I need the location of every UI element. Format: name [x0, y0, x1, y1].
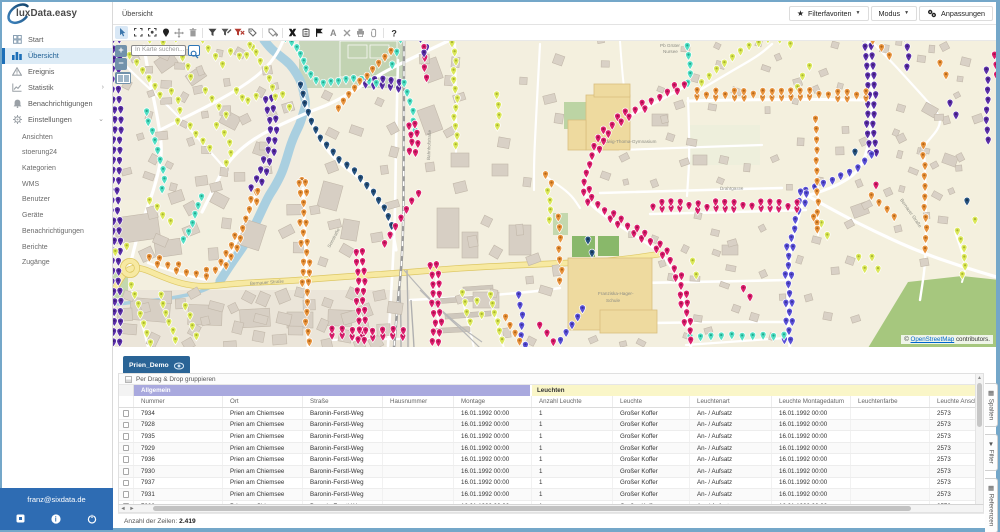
- svg-text:A: A: [330, 28, 337, 37]
- svg-text:Pb Grüter: Pb Grüter: [660, 43, 680, 48]
- svg-text:Franziska-Hager-: Franziska-Hager-: [598, 291, 634, 296]
- svg-text:Ludwig-Thoma-Gymnasium: Ludwig-Thoma-Gymnasium: [600, 139, 657, 144]
- svg-text:Nursee: Nursee: [663, 49, 678, 54]
- svg-text:i: i: [55, 517, 57, 524]
- svg-text:Drahtgasse: Drahtgasse: [720, 186, 744, 191]
- svg-text:Bahnhofstraße: Bahnhofstraße: [426, 129, 432, 160]
- svg-text:?: ?: [391, 28, 397, 38]
- svg-text:Schule: Schule: [606, 298, 620, 303]
